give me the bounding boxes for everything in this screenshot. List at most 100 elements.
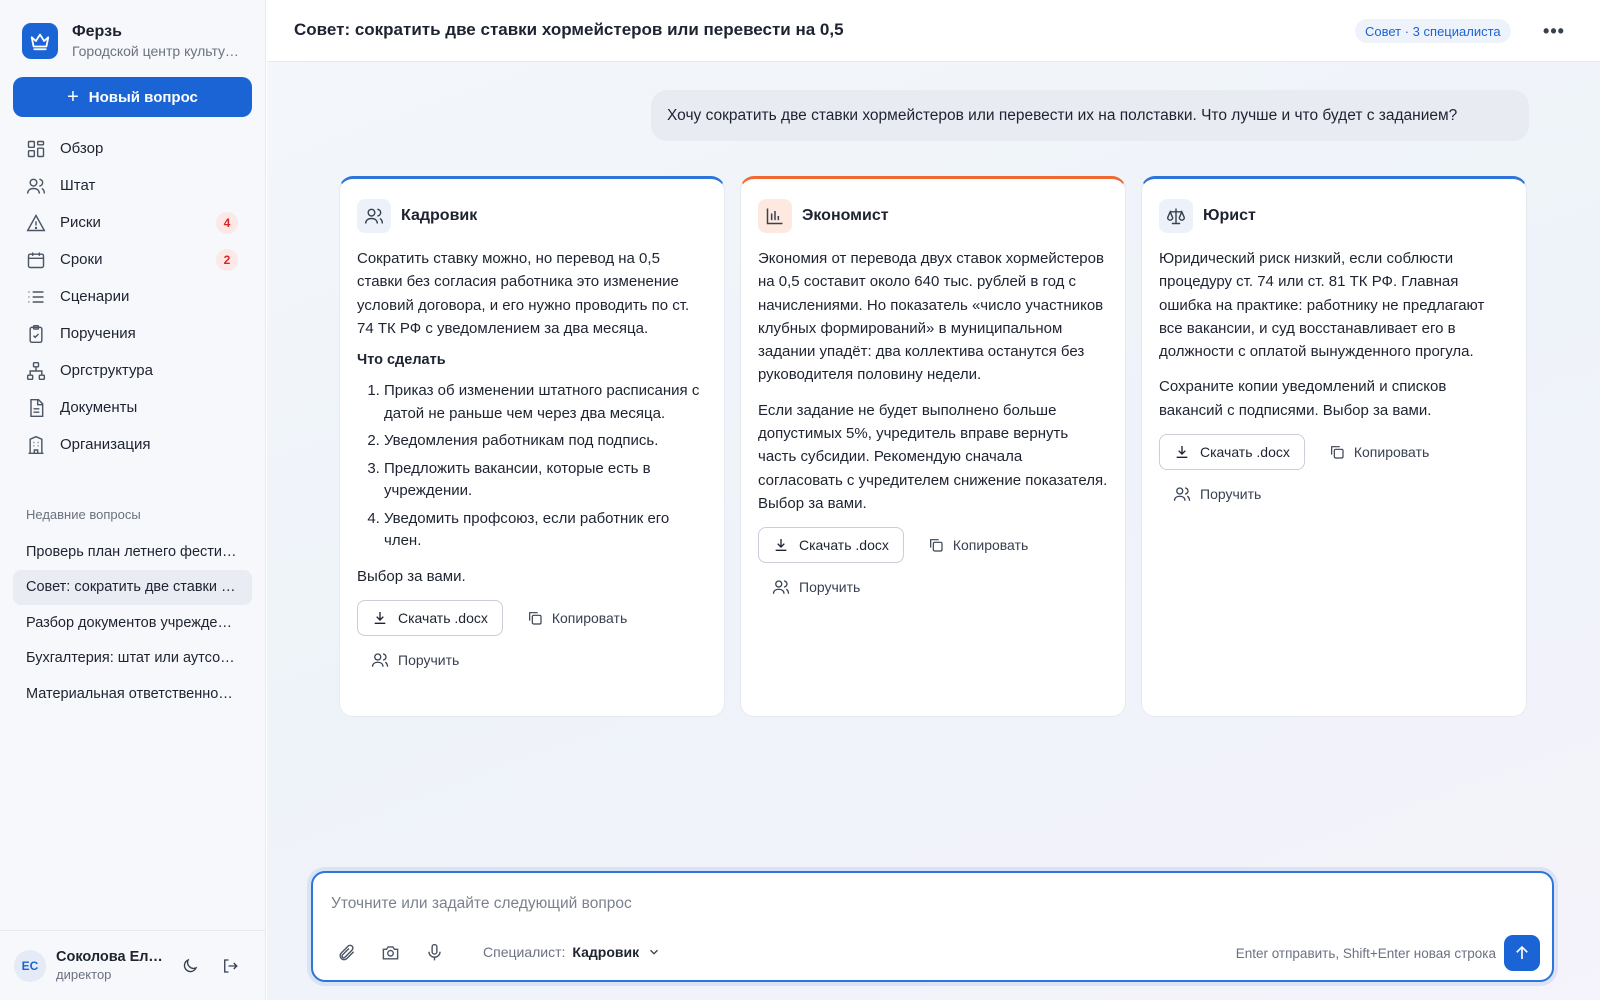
copy-icon (929, 539, 943, 552)
specialist-label: Специалист: (483, 944, 566, 960)
list-item[interactable]: Совет: сократить две ставки хормейстеров (13, 569, 252, 605)
list-item: Приказ об изменении штатного расписания … (384, 380, 707, 425)
user-role: директор (56, 966, 112, 982)
sidebar-item-label: Поручения (60, 325, 136, 342)
deadlines-count-badge: 2 (216, 249, 238, 271)
scales-icon (1159, 199, 1193, 233)
specialist-selector[interactable]: Специалист: Кадровик (483, 944, 661, 960)
attach-button[interactable] (331, 937, 361, 967)
brand[interactable]: Ферзь Городской центр культуры и досуга (22, 22, 244, 60)
copy-label: Копировать (952, 537, 1029, 554)
sidebar-item-label: Штат (60, 177, 96, 194)
copy-button[interactable]: Копировать (928, 537, 1028, 553)
send-button[interactable] (1504, 935, 1540, 971)
copy-icon (528, 612, 542, 625)
question-input[interactable] (331, 895, 1431, 913)
theme-toggle-button[interactable] (174, 950, 206, 982)
download-icon (1176, 446, 1188, 459)
sidebar: Ферзь Городской центр культуры и досуга … (0, 0, 266, 1000)
card-text: Сократить ставку можно, но перевод на 0,… (357, 250, 690, 337)
header: Совет: сократить две ставки хормейстеров… (267, 0, 1600, 62)
sidebar-item-risks[interactable]: Риски 4 (13, 204, 252, 241)
recent-questions-list: Проверь план летнего фестиваля Совет: со… (13, 534, 252, 712)
download-docx-button[interactable]: Скачать .docx (357, 599, 503, 636)
sidebar-item-label: Оргструктура (60, 362, 153, 379)
card-title: Кадровик (401, 207, 478, 224)
download-docx-button[interactable]: Скачать .docx (758, 527, 904, 564)
users-icon (772, 580, 790, 595)
sidebar-item-staff[interactable]: Штат (13, 167, 252, 204)
specialist-card-lawyer: Юрист Юридический риск низкий, если собл… (1141, 176, 1527, 717)
card-text: Экономия от перевода двух ставок хормейс… (758, 250, 1104, 384)
assign-label: Поручить (398, 651, 460, 668)
assign-button[interactable]: Поручить (1173, 482, 1509, 506)
download-label: Скачать .docx (799, 537, 889, 554)
chart-icon (758, 199, 792, 233)
download-icon (374, 611, 386, 624)
card-title: Экономист (802, 207, 889, 224)
copy-label: Копировать (551, 609, 628, 626)
assign-label: Поручить (1200, 486, 1262, 503)
sidebar-item-scenarios[interactable]: Сценарии (13, 278, 252, 315)
list-item[interactable]: Материальная ответственность (13, 676, 252, 712)
composer: Специалист: Кадровик Enter отправить, Sh… (311, 871, 1554, 982)
sidebar-item-organization[interactable]: Организация (13, 426, 252, 463)
specialist-card-hr: Кадровик Сократить ставку можно, но пере… (339, 176, 725, 717)
users-icon (26, 178, 46, 194)
card-text: Если задание не будет выполнено больше д… (758, 401, 1108, 512)
paperclip-icon (339, 944, 354, 960)
keyboard-hint: Enter отправить, Shift+Enter новая строк… (1235, 946, 1496, 961)
risks-count-badge: 4 (216, 212, 238, 234)
page-title: Совет: сократить две ставки хормейстеров… (294, 20, 844, 39)
sidebar-item-deadlines[interactable]: Сроки 2 (13, 241, 252, 278)
document-icon (30, 398, 44, 417)
recent-item-label: Совет: сократить две ставки хормейстеров (26, 579, 239, 596)
specialist-value: Кадровик (572, 944, 640, 960)
sidebar-item-documents[interactable]: Документы (13, 389, 252, 426)
assign-button[interactable]: Поручить (371, 648, 707, 672)
list-item[interactable]: Проверь план летнего фестиваля (13, 534, 252, 570)
council-badge: Совет · 3 специалиста (1355, 19, 1511, 43)
user-panel: ЕС Соколова Елена директор (0, 930, 266, 1000)
logout-button[interactable] (214, 950, 246, 982)
recent-questions-title: Недавние вопросы (26, 507, 141, 522)
specialist-card-economist: Экономист Экономия от перевода двух став… (740, 176, 1126, 717)
recent-item-label: Проверь план летнего фестиваля (26, 543, 239, 560)
download-label: Скачать .docx (398, 609, 488, 626)
microphone-button[interactable] (419, 937, 449, 967)
card-subheading: Что сделать (357, 352, 446, 369)
more-options-icon[interactable]: ••• (1541, 18, 1567, 44)
list-item[interactable]: Бухгалтерия: штат или аутсорсинг (13, 641, 252, 677)
list-item: Уведомления работникам под подпись. (384, 430, 707, 453)
card-text: Выбор за вами. (357, 567, 466, 585)
users-icon (1173, 487, 1191, 501)
list-item[interactable]: Разбор документов учреждения (13, 605, 252, 641)
sidebar-nav: Обзор Штат Риски 4 Сроки 2 Сценарии Пору… (13, 130, 252, 463)
arrow-up-icon (1516, 945, 1528, 959)
warning-icon (26, 213, 46, 231)
new-question-button[interactable]: + Новый вопрос (13, 77, 252, 117)
sidebar-item-org-structure[interactable]: Оргструктура (13, 352, 252, 389)
list-item: Предложить вакансии, которые есть в учре… (384, 458, 707, 503)
sidebar-item-label: Сценарии (60, 288, 130, 305)
steps-list: Приказ об изменении штатного расписания … (357, 380, 707, 553)
sidebar-item-label: Обзор (60, 140, 104, 157)
microphone-icon (427, 943, 441, 960)
assign-button[interactable]: Поручить (772, 575, 1108, 599)
moon-icon (183, 958, 198, 972)
download-docx-button[interactable]: Скачать .docx (1159, 434, 1305, 471)
app-name: Ферзь (72, 23, 122, 40)
avatar[interactable]: ЕС (14, 949, 46, 982)
copy-button[interactable]: Копировать (527, 610, 627, 626)
crown-icon (22, 23, 58, 59)
camera-button[interactable] (375, 937, 405, 967)
calendar-icon (27, 252, 45, 268)
copy-icon (1330, 446, 1344, 459)
sidebar-item-overview[interactable]: Обзор (13, 130, 252, 167)
copy-button[interactable]: Копировать (1329, 444, 1429, 460)
main-area: Совет: сократить две ставки хормейстеров… (267, 0, 1600, 1000)
card-title: Юрист (1203, 207, 1256, 224)
sidebar-item-assignments[interactable]: Поручения (13, 315, 252, 352)
plus-icon: + (67, 86, 79, 108)
sidebar-item-label: Сроки (60, 251, 103, 268)
